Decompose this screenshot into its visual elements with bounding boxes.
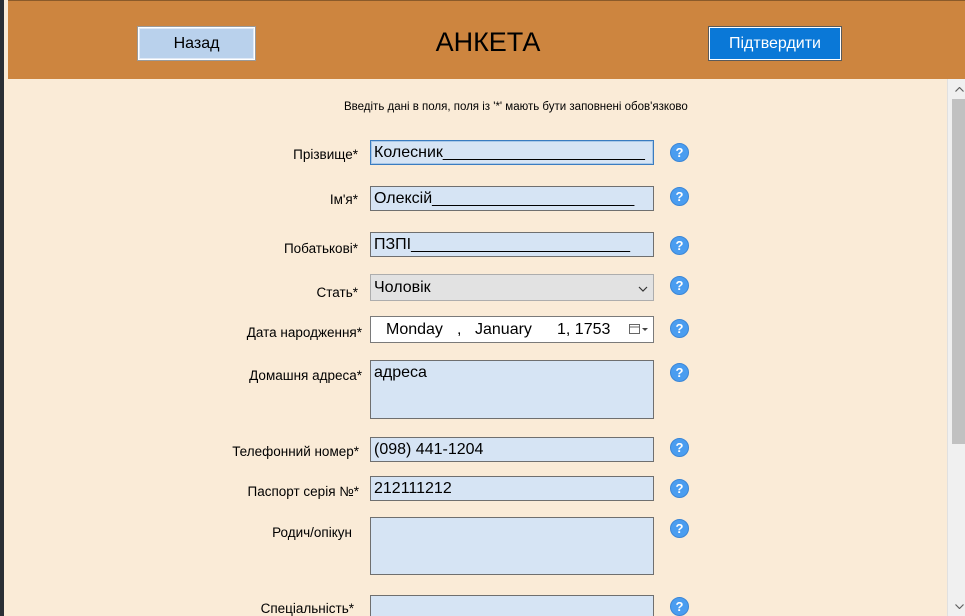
page-title: АНКЕТА: [435, 27, 541, 57]
surname-help-icon[interactable]: ?: [670, 143, 689, 162]
guardian-label: Родич/опікун: [272, 525, 352, 540]
birth-date-label: Дата народження*: [246, 325, 362, 340]
patronymic-value: ПЗПІ: [374, 235, 412, 253]
surname-underline: ________________________: [442, 143, 645, 161]
patronymic-input[interactable]: ПЗПІ __________________________: [370, 232, 654, 257]
scroll-thumb[interactable]: [952, 99, 965, 444]
phone-input[interactable]: (098) 441-1204: [370, 437, 654, 462]
form-window: Назад АНКЕТА Підтвердити Введіть дані в …: [0, 0, 965, 616]
phone-help-icon[interactable]: ?: [670, 438, 689, 457]
address-label: Домашня адреса*: [249, 368, 362, 383]
confirm-button[interactable]: Підтвердити: [708, 26, 842, 61]
specialty-textarea[interactable]: [370, 595, 654, 616]
gender-select[interactable]: Чоловік: [370, 274, 654, 301]
birth-date-help-icon[interactable]: ?: [670, 319, 689, 338]
vertical-scrollbar[interactable]: [947, 79, 965, 616]
gender-value: Чоловік: [374, 278, 431, 296]
phone-label: Телефонний номер*: [232, 444, 359, 459]
specialty-help-icon[interactable]: ?: [670, 597, 689, 616]
surname-input[interactable]: Колесник ________________________: [370, 140, 654, 165]
birth-date-comma: ,: [457, 320, 462, 338]
address-help-icon[interactable]: ?: [670, 363, 689, 382]
patronymic-help-icon[interactable]: ?: [670, 236, 689, 255]
passport-label: Паспорт серія №*: [247, 484, 360, 499]
patronymic-underline: __________________________: [411, 235, 630, 253]
back-button[interactable]: Назад: [137, 26, 256, 61]
address-textarea[interactable]: адреса: [370, 360, 654, 419]
first-name-underline: ________________________: [432, 189, 634, 207]
guardian-textarea[interactable]: [370, 517, 654, 575]
birth-date-weekday: Monday: [386, 320, 443, 338]
gender-help-icon[interactable]: ?: [670, 276, 689, 295]
scroll-up-arrow-icon[interactable]: [948, 79, 965, 99]
first-name-input[interactable]: Олексій ________________________: [370, 186, 654, 211]
birth-date-month: January: [475, 320, 532, 338]
gender-label: Стать*: [316, 285, 358, 300]
first-name-value: Олексій: [374, 189, 433, 207]
surname-label: Прізвище*: [293, 147, 358, 162]
patronymic-label: Побатькові*: [283, 241, 358, 256]
calendar-icon[interactable]: [629, 323, 649, 338]
specialty-label: Спеціальність*: [260, 601, 354, 616]
birth-date-day-year: 1, 1753: [557, 320, 611, 338]
instructions-text: Введіть дані в поля, поля із '*' мають б…: [344, 101, 688, 113]
passport-input[interactable]: 212111212: [370, 476, 654, 501]
first-name-label: Ім'я*: [329, 192, 358, 207]
header-bar: Назад АНКЕТА Підтвердити: [8, 0, 965, 79]
guardian-help-icon[interactable]: ?: [670, 519, 689, 538]
surname-value: Колесник: [374, 143, 443, 161]
birth-date-picker[interactable]: Monday , January 1, 1753: [370, 316, 654, 343]
first-name-help-icon[interactable]: ?: [670, 187, 689, 206]
chevron-down-icon: [633, 281, 653, 295]
passport-help-icon[interactable]: ?: [670, 479, 689, 498]
scroll-down-arrow-icon[interactable]: [948, 596, 965, 616]
form-content: Введіть дані в поля, поля із '*' мають б…: [8, 79, 947, 616]
